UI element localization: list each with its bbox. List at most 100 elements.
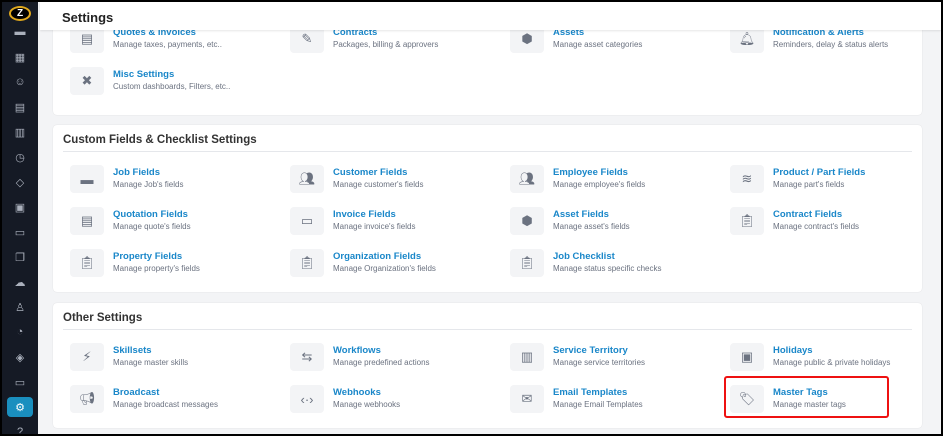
sidebar-tag-icon[interactable]: ◇ <box>7 172 33 192</box>
item-description: Manage asset categories <box>553 40 643 49</box>
sidebar-layers-icon[interactable]: ◈ <box>7 347 33 367</box>
clipboard-icon: 📋︎ <box>70 249 104 277</box>
settings-item-holidays[interactable]: ▣ Holidays Manage public & private holiday… <box>730 343 940 373</box>
item-description: Manage part's fields <box>773 180 845 189</box>
divider <box>63 151 912 152</box>
item-title[interactable]: Quotation Fields <box>113 209 188 220</box>
sidebar-coins-icon[interactable]: ☁ <box>7 272 33 292</box>
settings-item-skillsets[interactable]: ⚡︎ Skillsets Manage master skills <box>70 343 280 373</box>
settings-item-product-part-fields[interactable]: ≋ Product / Part Fields Manage part's fiel… <box>730 165 940 195</box>
item-title[interactable]: Property Fields <box>113 251 182 262</box>
settings-item-service-territory[interactable]: ▥ Service Territory Manage service territo… <box>510 343 720 373</box>
item-title[interactable]: Webhooks <box>333 387 381 398</box>
item-description: Manage contract's fields <box>773 222 860 231</box>
settings-item-contract-fields[interactable]: 📋︎ Contract Fields Manage contract's field… <box>730 207 940 237</box>
item-description: Packages, billing & approvers <box>333 40 439 49</box>
settings-item-asset-fields[interactable]: ⬢ Asset Fields Manage asset's fields <box>510 207 720 237</box>
item-description: Reminders, delay & status alerts <box>773 40 889 49</box>
arrows-icon: ⇆ <box>290 343 324 371</box>
settings-item-job-fields[interactable]: ▬ Job Fields Manage Job's fields <box>70 165 280 195</box>
invoice-icon: ▭ <box>290 207 324 235</box>
item-description: Manage property's fields <box>113 264 200 273</box>
sidebar-calendar-icon[interactable]: ▦ <box>7 47 33 67</box>
item-description: Manage status specific checks <box>553 264 662 273</box>
item-title[interactable]: Holidays <box>773 345 813 356</box>
item-title[interactable]: Organization Fields <box>333 251 421 262</box>
sidebar-id-card-icon[interactable]: ▣ <box>7 197 33 217</box>
settings-item-invoice-fields[interactable]: ▭ Invoice Fields Manage invoice's fields <box>290 207 500 237</box>
tools-icon: ✖ <box>70 67 104 95</box>
code-icon: ‹·› <box>290 385 324 413</box>
item-title[interactable]: Employee Fields <box>553 167 628 178</box>
item-description: Manage invoice's fields <box>333 222 416 231</box>
wallet-icon: ▣ <box>730 343 764 371</box>
settings-item-employee-fields[interactable]: 👥︎ Employee Fields Manage employee's field… <box>510 165 720 195</box>
briefcase-icon: ▬ <box>70 165 104 193</box>
sidebar-users-icon[interactable]: ☺ <box>7 72 33 92</box>
settings-item-webhooks[interactable]: ‹·› Webhooks Manage webhooks <box>290 385 500 415</box>
envelope-icon: ✉ <box>510 385 544 413</box>
item-title[interactable]: Product / Part Fields <box>773 167 865 178</box>
checklist-icon: 📋︎ <box>510 249 544 277</box>
users-icon: 👥︎ <box>510 165 544 193</box>
bolt-icon: ⚡︎ <box>70 343 104 371</box>
item-description: Manage Email Templates <box>553 400 643 409</box>
item-description: Manage employee's fields <box>553 180 646 189</box>
item-description: Manage master skills <box>113 358 189 367</box>
settings-item-quotation-fields[interactable]: ▤ Quotation Fields Manage quote's fields <box>70 207 280 237</box>
sidebar-folder-icon[interactable]: ▭ <box>7 222 33 242</box>
clipboard-icon: 📋︎ <box>730 207 764 235</box>
item-title[interactable]: Workflows <box>333 345 381 356</box>
item-description: Manage predefined actions <box>333 358 430 367</box>
cube-icon: ⬢ <box>510 207 544 235</box>
map-icon: ▥ <box>510 343 544 371</box>
item-description: Manage asset's fields <box>553 222 630 231</box>
item-title[interactable]: Skillsets <box>113 345 152 356</box>
sidebar-briefcase-icon[interactable]: ▬ <box>7 22 33 42</box>
item-title[interactable]: Email Templates <box>553 387 627 398</box>
item-title[interactable]: Job Checklist <box>553 251 615 262</box>
section-title: Custom Fields & Checklist Settings <box>63 134 257 146</box>
settings-item-broadcast[interactable]: 📢︎ Broadcast Manage broadcast messages <box>70 385 280 415</box>
highlight-box <box>724 376 889 418</box>
settings-item-job-checklist[interactable]: 📋︎ Job Checklist Manage status specific ch… <box>510 249 720 279</box>
settings-item-email-templates[interactable]: ✉ Email Templates Manage Email Templates <box>510 385 720 415</box>
sidebar: Z ▬ ▦ ☺ ▤ ▥ ◷ ◇ ▣ ▭ ❐ ☁ ♙ ◔ ◈ ▭ ⚙? <box>2 2 38 434</box>
item-title[interactable]: Contract Fields <box>773 209 842 220</box>
item-description: Manage broadcast messages <box>113 400 218 409</box>
divider <box>63 329 912 330</box>
item-title[interactable]: Asset Fields <box>553 209 609 220</box>
sidebar-gear-icon[interactable]: ⚙ <box>7 397 33 417</box>
section-title: Other Settings <box>63 312 143 324</box>
item-description: Custom dashboards, Filters, etc.. <box>113 82 231 91</box>
settings-item-property-fields[interactable]: 📋︎ Property Fields Manage property's field… <box>70 249 280 279</box>
settings-item-misc-settings[interactable]: ✖ Misc Settings Custom dashboards, Filters… <box>70 67 280 97</box>
item-title[interactable]: Broadcast <box>113 387 159 398</box>
item-title[interactable]: Customer Fields <box>333 167 407 178</box>
layers-icon: ≋ <box>730 165 764 193</box>
item-title[interactable]: Job Fields <box>113 167 160 178</box>
sidebar-document-icon[interactable]: ▤ <box>7 97 33 117</box>
item-title[interactable]: Misc Settings <box>113 69 174 80</box>
sidebar-monitor-icon[interactable]: ▭ <box>7 372 33 392</box>
document-icon: ▤ <box>70 207 104 235</box>
sidebar-user-icon[interactable]: ♙ <box>7 297 33 317</box>
megaphone-icon: 📢︎ <box>70 385 104 413</box>
item-description: Manage Job's fields <box>113 180 184 189</box>
sidebar-clock-icon[interactable]: ◷ <box>7 147 33 167</box>
sidebar-palette-icon[interactable]: ◔ <box>7 322 33 342</box>
item-description: Manage service territories <box>553 358 646 367</box>
settings-item-workflows[interactable]: ⇆ Workflows Manage predefined actions <box>290 343 500 373</box>
sidebar-help-icon[interactable]: ? <box>7 422 33 434</box>
page-title: Settings <box>62 10 114 25</box>
custom-fields-card: Custom Fields & Checklist Settings ▬ Job … <box>53 125 922 292</box>
sidebar-copy-icon[interactable]: ❐ <box>7 247 33 267</box>
sidebar-map-icon[interactable]: ▥ <box>7 122 33 142</box>
settings-item-organization-fields[interactable]: 📋︎ Organization Fields Manage Organization… <box>290 249 500 279</box>
settings-item-customer-fields[interactable]: 👥︎ Customer Fields Manage customer's field… <box>290 165 500 195</box>
item-description: Manage Organization's fields <box>333 264 436 273</box>
item-title[interactable]: Service Territory <box>553 345 628 356</box>
page-header: Settings <box>40 2 941 30</box>
users-icon: 👥︎ <box>290 165 324 193</box>
item-title[interactable]: Invoice Fields <box>333 209 396 220</box>
